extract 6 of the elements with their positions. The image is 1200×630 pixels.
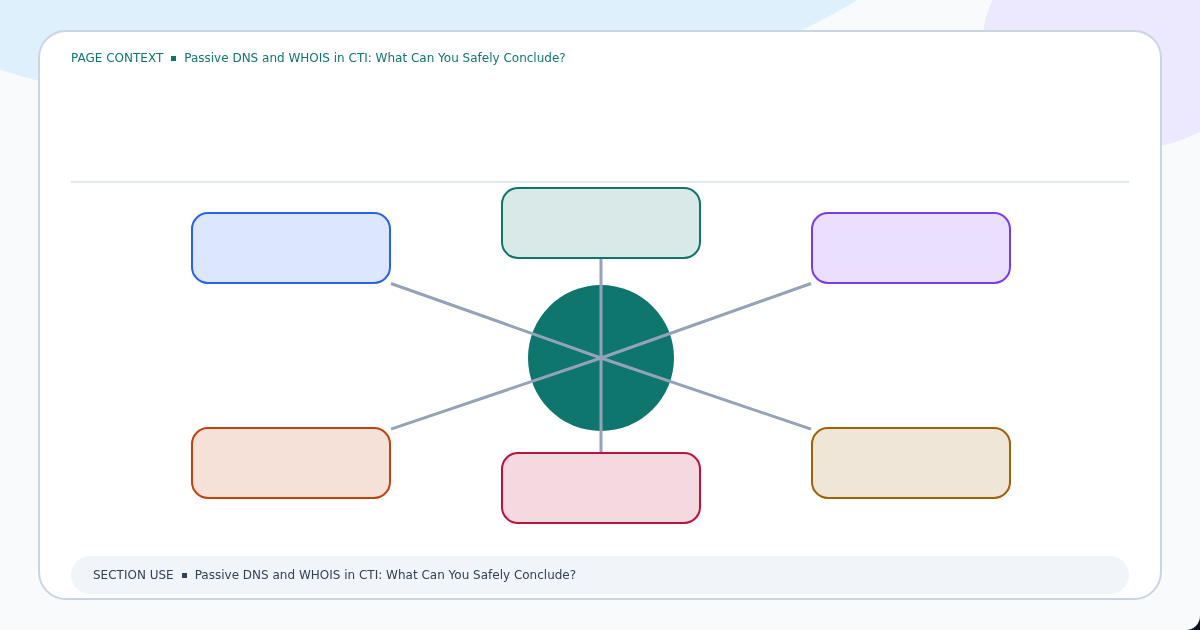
context-label: PAGE CONTEXT: [71, 51, 164, 65]
section-label: SECTION USE: [93, 568, 174, 582]
section-title: Passive DNS and WHOIS in CTI: What Can You Safely Conclude?: [194, 568, 577, 582]
context-title: Passive DNS and WHOIS in CTI: What Can You Safely Conclude?: [184, 51, 566, 65]
bullet-icon: [171, 55, 177, 61]
bullet-icon: [181, 572, 187, 578]
